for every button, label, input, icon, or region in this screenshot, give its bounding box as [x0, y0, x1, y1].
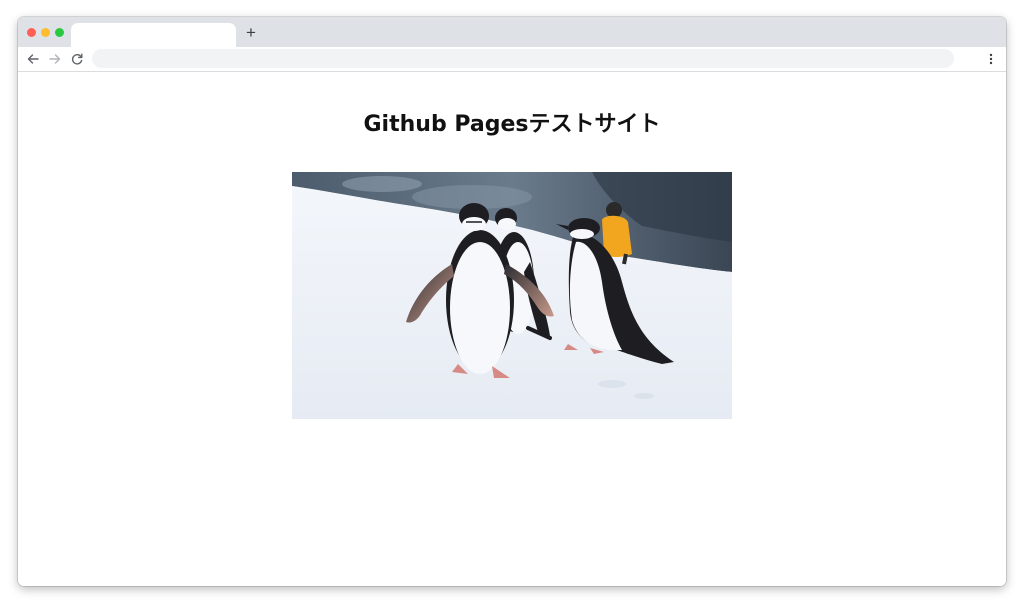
address-bar[interactable]	[92, 49, 954, 68]
penguin-photo	[292, 172, 732, 419]
minimize-window-button[interactable]	[41, 28, 50, 37]
tab-active[interactable]	[71, 23, 236, 47]
kebab-menu-icon	[989, 53, 993, 65]
browser-window: + Github Pagesテストサイト	[18, 17, 1006, 586]
new-tab-button[interactable]: +	[243, 24, 259, 41]
reload-icon	[71, 53, 83, 65]
browser-menu-button[interactable]	[984, 52, 998, 66]
close-window-button[interactable]	[27, 28, 36, 37]
back-button[interactable]	[26, 52, 40, 66]
page-title: Github Pagesテストサイト	[363, 112, 661, 137]
browser-toolbar	[18, 47, 1006, 72]
tab-strip: +	[18, 17, 1006, 47]
arrow-left-icon	[27, 54, 39, 64]
reload-button[interactable]	[70, 52, 84, 66]
penguin-image	[292, 172, 732, 419]
forward-button[interactable]	[48, 52, 62, 66]
page-viewport: Github Pagesテストサイト	[18, 72, 1006, 586]
arrow-right-icon	[49, 54, 61, 64]
maximize-window-button[interactable]	[55, 28, 64, 37]
